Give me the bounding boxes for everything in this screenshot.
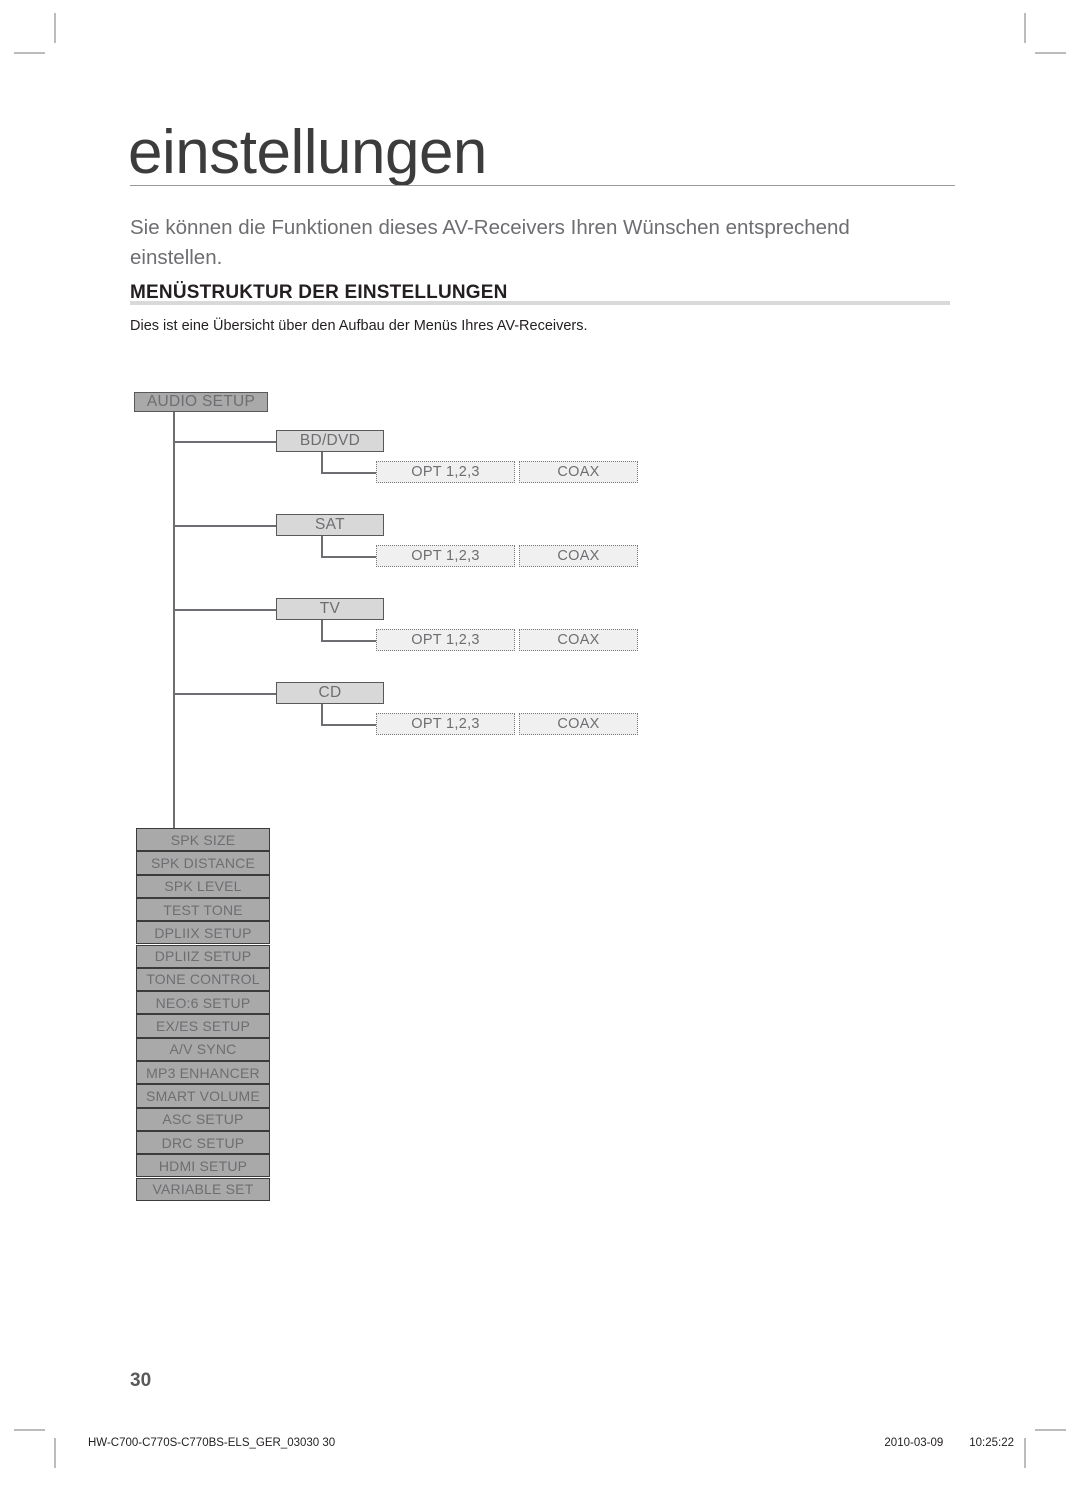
diagram-menu-item-0[interactable]: SPK SIZE <box>136 828 270 852</box>
node-label: COAX <box>557 464 600 480</box>
diagram-menu-item-4[interactable]: DPLIIX SETUP <box>136 921 270 945</box>
node-label: NEO:6 SETUP <box>155 994 251 1011</box>
diagram-menu-item-12[interactable]: ASC SETUP <box>136 1107 270 1131</box>
diagram-connector-sat <box>173 525 277 527</box>
diagram-connector-bddvd-options <box>321 472 377 474</box>
diagram-node-sat-opt[interactable]: OPT 1,2,3 <box>376 545 515 567</box>
diagram-menu-item-7[interactable]: NEO:6 SETUP <box>136 991 270 1015</box>
diagram-menu-item-2[interactable]: SPK LEVEL <box>136 874 270 898</box>
node-label: DPLIIZ SETUP <box>154 948 252 965</box>
node-label: OPT 1,2,3 <box>411 716 480 732</box>
node-label: TV <box>319 600 341 617</box>
node-label: AUDIO SETUP <box>146 393 256 410</box>
diagram-drop-cd <box>321 704 323 725</box>
node-label: BD/DVD <box>299 432 361 449</box>
diagram-connector-cd-options <box>321 724 377 726</box>
node-label: DPLIIX SETUP <box>154 924 252 941</box>
footer-time: 10:25:22 <box>969 1437 1014 1449</box>
footer-document-id: HW-C700-C770S-C770BS-ELS_GER_03030 30 <box>88 1437 336 1449</box>
diagram-menu-item-9[interactable]: A/V SYNC <box>136 1037 270 1061</box>
node-label: VARIABLE SET <box>152 1181 254 1198</box>
diagram-menu-item-13[interactable]: DRC SETUP <box>136 1130 270 1155</box>
node-label: COAX <box>557 716 600 732</box>
node-label: DRC SETUP <box>161 1134 245 1151</box>
node-label: SMART VOLUME <box>146 1087 260 1104</box>
diagram-node-bddvd-coax[interactable]: COAX <box>519 461 638 483</box>
diagram-connector-tv <box>173 609 277 611</box>
diagram-drop-sat <box>321 536 323 557</box>
diagram-menu-item-1[interactable]: SPK DISTANCE <box>136 851 270 875</box>
diagram-node-tv[interactable]: TV <box>276 598 384 620</box>
node-label: SPK DISTANCE <box>150 854 256 871</box>
diagram-node-cd-opt[interactable]: OPT 1,2,3 <box>376 713 515 735</box>
diagram-menu-item-5[interactable]: DPLIIZ SETUP <box>136 944 270 968</box>
node-label: EX/ES SETUP <box>155 1018 250 1035</box>
diagram-menu-item-10[interactable]: MP3 ENHANCER <box>136 1061 270 1085</box>
diagram-node-cd-coax[interactable]: COAX <box>519 713 638 735</box>
page-number: 30 <box>130 1370 152 1391</box>
diagram-drop-bddvd <box>321 452 323 473</box>
node-label: ASC SETUP <box>162 1111 244 1128</box>
diagram-node-bddvd-opt[interactable]: OPT 1,2,3 <box>376 461 515 483</box>
node-label: CD <box>318 684 342 701</box>
diagram-node-audio-setup[interactable]: AUDIO SETUP <box>134 392 268 412</box>
diagram-node-sat[interactable]: SAT <box>276 514 384 536</box>
diagram-connector-sat-options <box>321 556 377 558</box>
diagram-trunk-line <box>173 412 175 829</box>
node-label: MP3 ENHANCER <box>146 1064 260 1081</box>
node-label: TONE CONTROL <box>146 971 260 988</box>
diagram-node-sat-coax[interactable]: COAX <box>519 545 638 567</box>
footer-timestamp: 2010-03-09 10:25:22 <box>884 1437 1014 1449</box>
menu-structure-diagram: AUDIO SETUP BD/DVD OPT 1,2,3 COAX SAT OP… <box>0 0 1080 1485</box>
diagram-menu-item-3[interactable]: TEST TONE <box>136 897 270 922</box>
node-label: OPT 1,2,3 <box>411 464 480 480</box>
diagram-connector-cd <box>173 693 277 695</box>
diagram-connector-bddvd <box>173 441 277 443</box>
node-label: COAX <box>557 632 600 648</box>
node-label: SAT <box>315 516 345 533</box>
diagram-menu-item-6[interactable]: TONE CONTROL <box>136 967 270 992</box>
diagram-menu-item-11[interactable]: SMART VOLUME <box>136 1084 270 1108</box>
diagram-node-cd[interactable]: CD <box>276 682 384 704</box>
node-label: A/V SYNC <box>169 1041 237 1058</box>
node-label: HDMI SETUP <box>158 1157 248 1174</box>
diagram-node-tv-opt[interactable]: OPT 1,2,3 <box>376 629 515 651</box>
node-label: SPK LEVEL <box>164 878 242 895</box>
node-label: OPT 1,2,3 <box>411 548 480 564</box>
footer-date: 2010-03-09 <box>884 1437 944 1449</box>
diagram-menu-item-15[interactable]: VARIABLE SET <box>136 1177 270 1201</box>
diagram-node-bddvd[interactable]: BD/DVD <box>276 430 384 452</box>
manual-page: einstellungen Sie können die Funktionen … <box>0 0 1080 1485</box>
diagram-node-tv-coax[interactable]: COAX <box>519 629 638 651</box>
diagram-drop-tv <box>321 620 323 641</box>
diagram-connector-tv-options <box>321 640 377 642</box>
node-label: OPT 1,2,3 <box>411 632 480 648</box>
diagram-menu-item-14[interactable]: HDMI SETUP <box>136 1154 270 1178</box>
node-label: SPK SIZE <box>170 831 236 848</box>
node-label: COAX <box>557 548 600 564</box>
diagram-menu-item-8[interactable]: EX/ES SETUP <box>136 1014 270 1038</box>
node-label: TEST TONE <box>163 901 243 918</box>
